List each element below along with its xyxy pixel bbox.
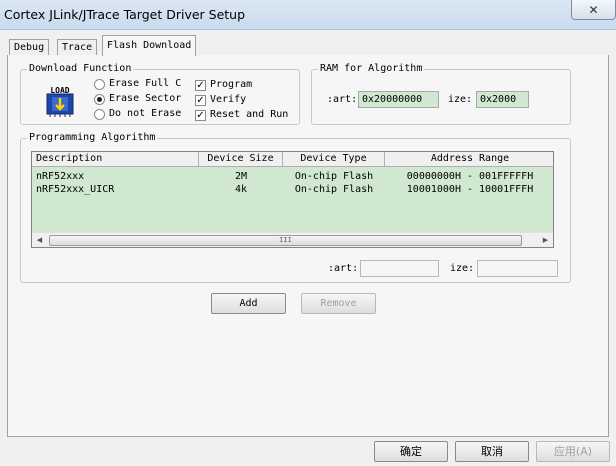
close-icon: ✕ (588, 2, 599, 17)
ram-size-label: ize: (448, 94, 473, 105)
ram-for-algorithm-legend: RAM for Algorithm (318, 63, 425, 75)
scroll-right-arrow-icon[interactable]: ▶ (539, 234, 552, 246)
erase-sector-radio[interactable]: Erase Sector (94, 93, 181, 105)
erase-full-chip-label: Erase Full C (109, 78, 182, 89)
check-icon: ✓ (195, 79, 206, 91)
ram-for-algorithm-group: RAM for Algorithm :art: 0x20000000 ize: … (311, 63, 571, 125)
row-device-type: On-chip Flash (294, 184, 374, 195)
program-label: Program (210, 79, 253, 90)
tab-debug[interactable]: Debug (9, 39, 50, 56)
programming-algorithm-group: Programming Algorithm Description Device… (20, 132, 571, 283)
load-icon-text: LOAD (50, 86, 69, 95)
row-description: nRF52xxx_UICR (36, 184, 115, 195)
do-not-erase-label: Do not Erase (109, 108, 182, 119)
check-icon: ✓ (195, 109, 206, 121)
column-description[interactable]: Description (32, 152, 199, 167)
row-device-size: 4k (234, 184, 248, 195)
flash-download-panel: Download Function LOAD Erase Full C Eras… (7, 55, 609, 437)
column-device-size[interactable]: Device Size (199, 152, 283, 167)
scroll-left-arrow-icon[interactable]: ◀ (33, 234, 46, 246)
tab-flash-download[interactable]: Flash Download (102, 35, 197, 56)
algorithm-size-field[interactable] (477, 260, 558, 277)
horizontal-scrollbar[interactable]: ◀ III ▶ (32, 232, 553, 247)
ram-start-field[interactable]: 0x20000000 (358, 91, 439, 108)
erase-sector-label: Erase Sector (109, 93, 182, 104)
cancel-button[interactable]: 取消 (455, 441, 529, 462)
column-device-type[interactable]: Device Type (283, 152, 385, 167)
list-header: Description Device Size Device Type Addr… (32, 152, 553, 167)
row-device-type: On-chip Flash (294, 171, 374, 182)
verify-checkbox[interactable]: ✓ Verify (195, 94, 246, 106)
download-function-group: Download Function LOAD Erase Full C Eras… (20, 63, 300, 125)
add-button[interactable]: Add (211, 293, 286, 314)
load-chip-icon: LOAD (46, 86, 74, 117)
download-function-legend: Download Function (27, 63, 134, 75)
algorithm-start-label: :art: (328, 263, 359, 274)
row-description: nRF52xxx (36, 171, 85, 182)
row-address-range: 00000000H - 001FFFFFH (406, 171, 534, 182)
verify-label: Verify (210, 94, 247, 105)
ok-button[interactable]: 确定 (374, 441, 448, 462)
ram-size-field[interactable]: 0x2000 (476, 91, 529, 108)
program-checkbox[interactable]: ✓ Program (195, 79, 252, 91)
window-title: Cortex JLink/JTrace Target Driver Setup (4, 7, 246, 22)
title-bar: Cortex JLink/JTrace Target Driver Setup … (0, 0, 616, 30)
programming-algorithm-legend: Programming Algorithm (27, 132, 158, 144)
algorithm-size-label: ize: (450, 263, 475, 274)
apply-button[interactable]: 应用(A) (536, 441, 610, 462)
row-address-range: 10001000H - 10001FFFH (406, 184, 534, 195)
radio-circle-selected (94, 93, 105, 105)
close-button[interactable]: ✕ (571, 0, 616, 20)
reset-and-run-checkbox[interactable]: ✓ Reset and Run (195, 109, 288, 121)
reset-and-run-label: Reset and Run (210, 109, 289, 120)
radio-circle (94, 108, 105, 120)
remove-button[interactable]: Remove (301, 293, 376, 314)
check-icon: ✓ (195, 94, 206, 106)
algorithm-list[interactable]: Description Device Size Device Type Addr… (31, 151, 554, 248)
scroll-thumb[interactable]: III (49, 235, 522, 246)
row-device-size: 2M (234, 171, 248, 182)
erase-full-chip-radio[interactable]: Erase Full C (94, 78, 181, 90)
tab-trace[interactable]: Trace (57, 39, 98, 56)
do-not-erase-radio[interactable]: Do not Erase (94, 108, 181, 120)
ram-start-label: :art: (327, 94, 358, 105)
column-address-range[interactable]: Address Range (385, 152, 553, 167)
scroll-grip-icon: III (279, 236, 292, 244)
algorithm-start-field[interactable] (360, 260, 439, 277)
radio-circle (94, 78, 105, 90)
